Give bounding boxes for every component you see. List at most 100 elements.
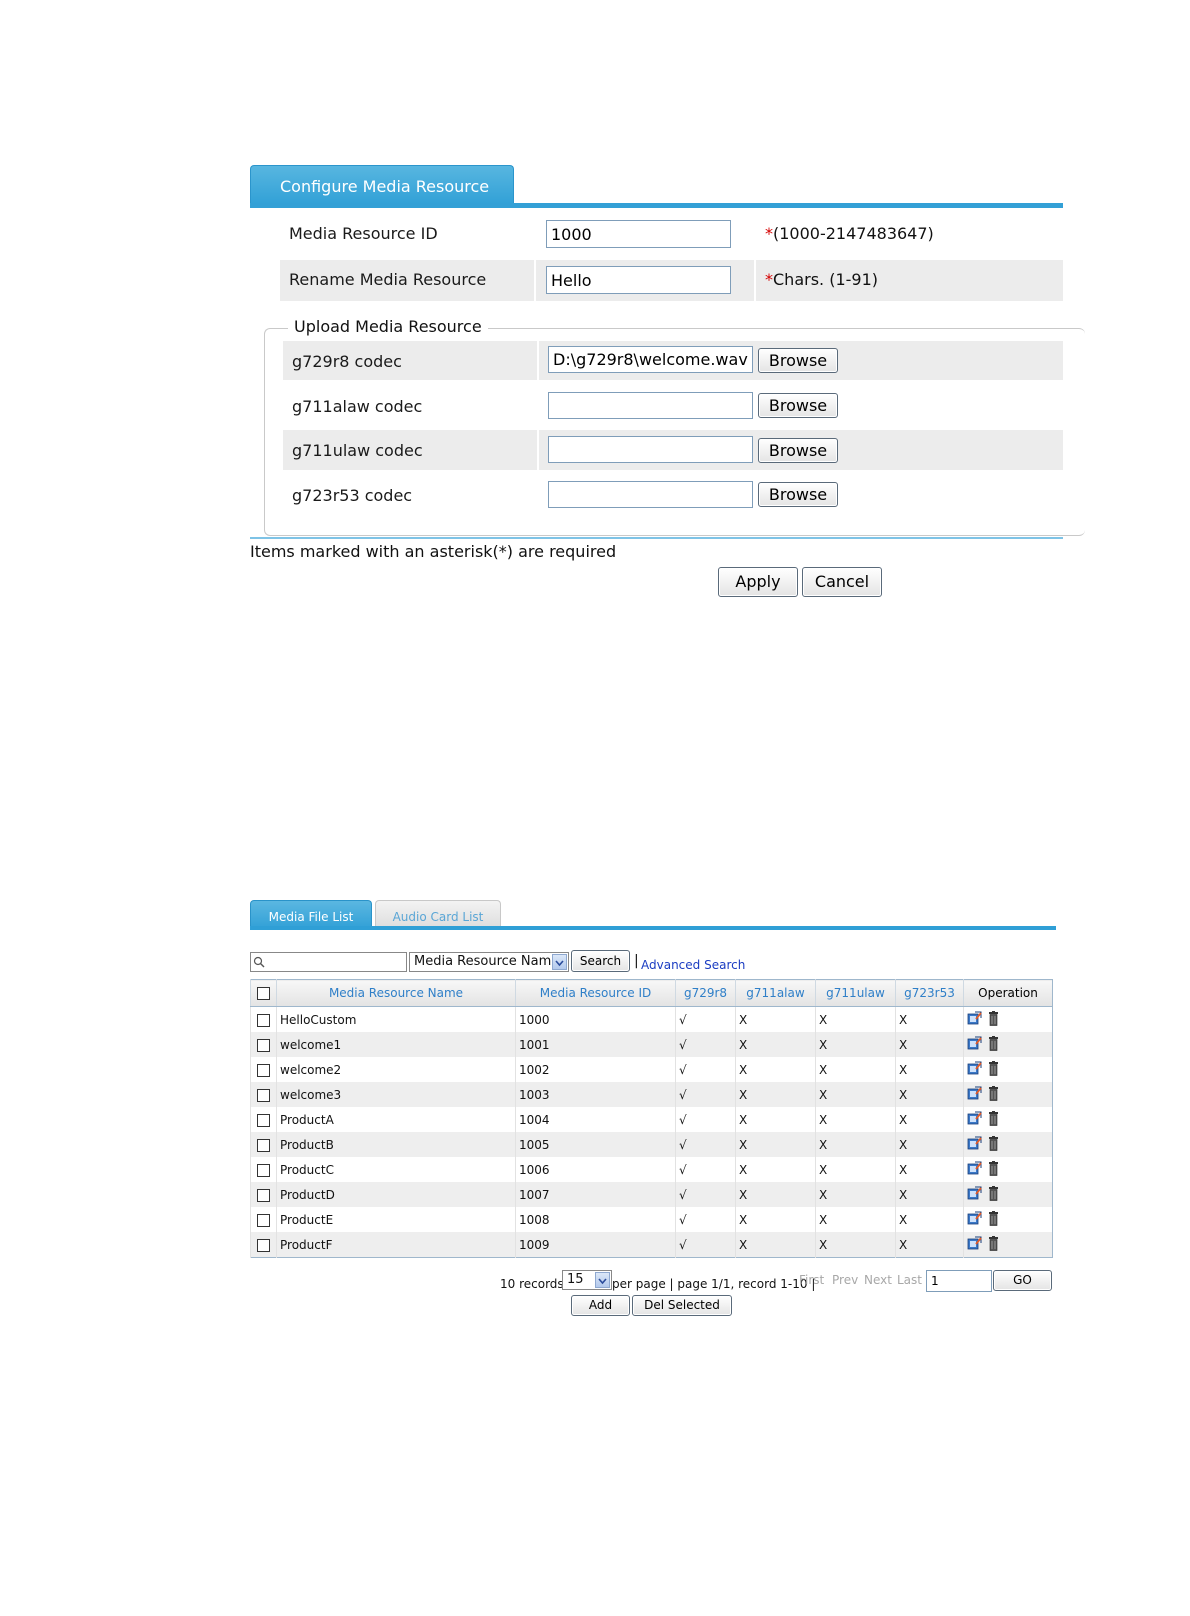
form-bottom-divider — [250, 537, 1063, 539]
col-header-id[interactable]: Media Resource ID — [515, 979, 676, 1007]
file-input-g711ulaw[interactable] — [548, 436, 753, 463]
row-checkbox[interactable] — [257, 1038, 270, 1052]
cell-operation — [963, 1107, 1053, 1132]
col-header-g729r8[interactable]: g729r8 — [675, 979, 736, 1007]
cell-g729r8: √ — [675, 1132, 736, 1157]
cell-g711ulaw: X — [815, 1057, 896, 1082]
trash-icon[interactable] — [988, 1035, 999, 1054]
row-select-cell — [250, 1182, 277, 1207]
per-page-select[interactable]: 15 — [562, 1270, 612, 1290]
row-checkbox[interactable] — [257, 1213, 270, 1227]
edit-icon[interactable] — [967, 1161, 982, 1178]
col-header-g723r53[interactable]: g723r53 — [895, 979, 964, 1007]
rename-media-resource-input[interactable] — [546, 266, 731, 294]
rename-hint: *Chars. (1-91) — [765, 270, 878, 289]
row-checkbox[interactable] — [257, 1238, 270, 1252]
edit-icon[interactable] — [967, 1136, 982, 1153]
advanced-search-link[interactable]: Advanced Search — [641, 958, 745, 972]
cell-g723r53: X — [895, 1182, 964, 1207]
media-resource-id-hint: *(1000-2147483647) — [765, 224, 934, 243]
pager-first[interactable]: First — [799, 1273, 824, 1287]
trash-icon[interactable] — [988, 1010, 999, 1029]
row-checkbox[interactable] — [257, 1138, 270, 1152]
per-page-value: 15 — [567, 1272, 584, 1287]
search-field-select[interactable]: Media Resource Name — [409, 952, 569, 972]
trash-icon[interactable] — [988, 1210, 999, 1229]
trash-icon[interactable] — [988, 1110, 999, 1129]
edit-icon[interactable] — [967, 1111, 982, 1128]
cell-operation — [963, 1207, 1053, 1232]
row-checkbox[interactable] — [257, 1063, 270, 1077]
apply-button[interactable]: Apply — [718, 567, 798, 597]
row-checkbox[interactable] — [257, 1163, 270, 1177]
cell-id: 1003 — [515, 1082, 676, 1107]
browse-button-g711ulaw[interactable]: Browse — [758, 438, 838, 463]
search-field-value: Media Resource Name — [414, 954, 560, 969]
cancel-button[interactable]: Cancel — [802, 567, 882, 597]
cell-operation — [963, 1232, 1053, 1258]
cell-id: 1001 — [515, 1032, 676, 1057]
trash-icon[interactable] — [988, 1160, 999, 1179]
media-resource-id-input[interactable] — [546, 220, 731, 248]
table-row: ProductC 1006 √ X X X — [250, 1157, 1053, 1182]
row-select-cell — [250, 1107, 277, 1132]
cell-g723r53: X — [895, 1207, 964, 1232]
trash-icon[interactable] — [988, 1085, 999, 1104]
col-header-operation: Operation — [963, 979, 1053, 1007]
edit-icon[interactable] — [967, 1011, 982, 1028]
file-input-g729r8[interactable] — [548, 346, 753, 373]
edit-icon[interactable] — [967, 1086, 982, 1103]
go-button[interactable]: GO — [993, 1270, 1052, 1291]
pager-next[interactable]: Next — [864, 1273, 892, 1287]
tab-configure-media-resource[interactable]: Configure Media Resource — [250, 165, 514, 207]
pager-prev[interactable]: Prev — [832, 1273, 858, 1287]
cell-g729r8: √ — [675, 1207, 736, 1232]
cell-g711ulaw: X — [815, 1082, 896, 1107]
row-select-cell — [250, 1232, 277, 1258]
edit-icon[interactable] — [967, 1061, 982, 1078]
file-input-g723r53[interactable] — [548, 481, 753, 508]
trash-icon[interactable] — [988, 1185, 999, 1204]
browse-button-g729r8[interactable]: Browse — [758, 348, 838, 373]
table-row: ProductF 1009 √ X X X — [250, 1232, 1053, 1258]
edit-icon[interactable] — [967, 1211, 982, 1228]
cell-g711alaw: X — [735, 1057, 816, 1082]
search-icon — [253, 956, 265, 968]
cell-name: ProductB — [276, 1132, 516, 1157]
browse-button-g723r53[interactable]: Browse — [758, 482, 838, 507]
trash-icon[interactable] — [988, 1135, 999, 1154]
codec-label-g729r8: g729r8 codec — [292, 352, 402, 371]
trash-icon[interactable] — [988, 1235, 999, 1254]
row-select-cell — [250, 1057, 277, 1082]
file-input-g711alaw[interactable] — [548, 392, 753, 419]
edit-icon[interactable] — [967, 1186, 982, 1203]
row-checkbox[interactable] — [257, 1188, 270, 1202]
tab-underline — [250, 203, 1063, 208]
col-header-g711alaw[interactable]: g711alaw — [735, 979, 816, 1007]
browse-button-g711alaw[interactable]: Browse — [758, 393, 838, 418]
page-number-input[interactable] — [926, 1270, 992, 1292]
row-select-cell — [250, 1207, 277, 1232]
edit-icon[interactable] — [967, 1236, 982, 1253]
add-button[interactable]: Add — [571, 1295, 630, 1316]
chevron-down-icon[interactable] — [595, 1272, 610, 1288]
col-header-g711ulaw[interactable]: g711ulaw — [815, 979, 896, 1007]
codec-label-g711alaw: g711alaw codec — [292, 397, 423, 416]
media-resource-id-label: Media Resource ID — [289, 224, 438, 243]
chevron-down-icon[interactable] — [552, 954, 567, 970]
trash-icon[interactable] — [988, 1060, 999, 1079]
table-row: HelloCustom 1000 √ X X X — [250, 1006, 1053, 1032]
col-header-name[interactable]: Media Resource Name — [276, 979, 516, 1007]
edit-icon[interactable] — [967, 1036, 982, 1053]
cell-operation — [963, 1006, 1053, 1032]
select-all-checkbox[interactable] — [257, 987, 270, 1000]
search-button[interactable]: Search — [571, 950, 630, 972]
row-checkbox[interactable] — [257, 1113, 270, 1127]
cell-g729r8: √ — [675, 1157, 736, 1182]
cell-operation — [963, 1182, 1053, 1207]
pager-last[interactable]: Last — [897, 1273, 922, 1287]
del-selected-button[interactable]: Del Selected — [632, 1295, 732, 1316]
search-input[interactable] — [250, 952, 407, 972]
row-checkbox[interactable] — [257, 1013, 270, 1027]
row-checkbox[interactable] — [257, 1088, 270, 1102]
